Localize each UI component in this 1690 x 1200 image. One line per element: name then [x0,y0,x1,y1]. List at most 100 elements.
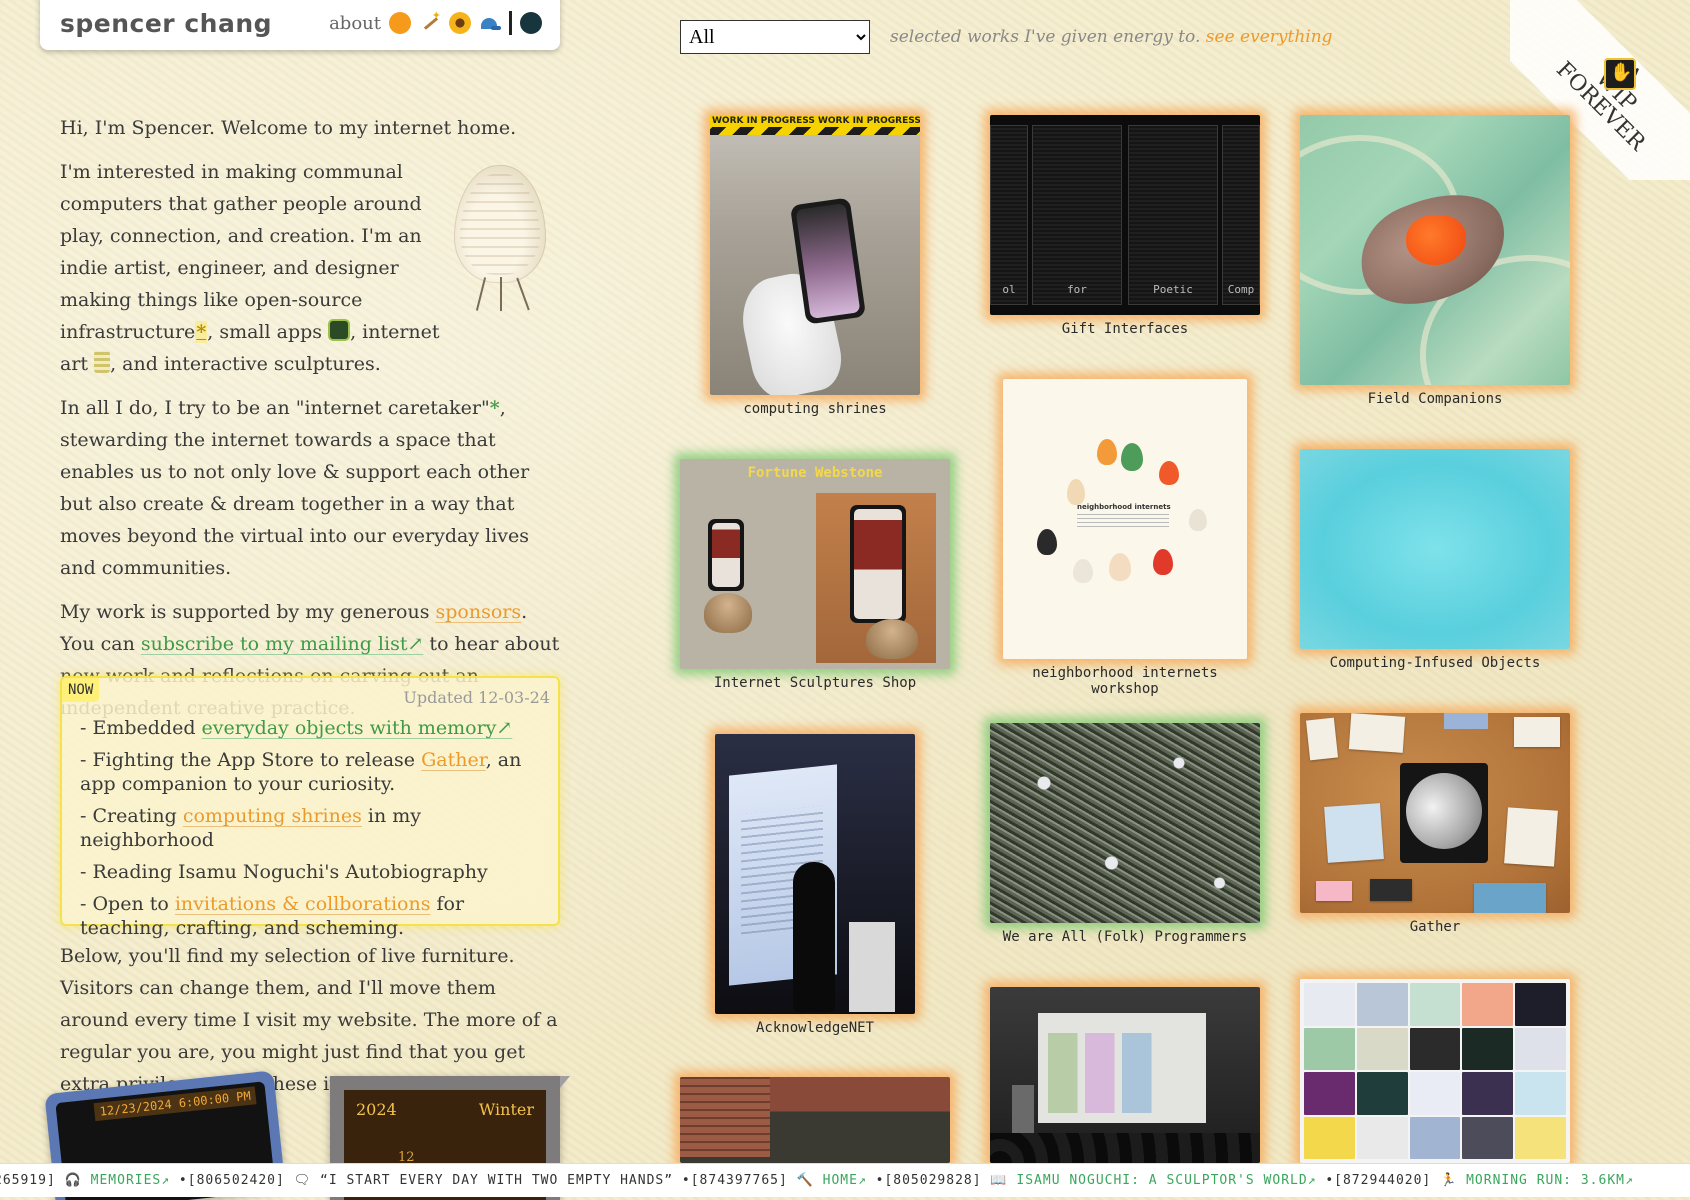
lantern-shape [1189,509,1207,531]
sponsors-link[interactable]: sponsors [436,601,522,623]
grid-tile [1304,1027,1355,1070]
grid-tile [1462,1027,1514,1070]
filter-note-text: selected works I've given energy to. [890,27,1206,47]
work-card-acknowledgenet[interactable]: AcknowledgeNET [715,734,915,1044]
magic-wand-icon[interactable] [419,9,441,34]
work-card-gather[interactable]: Gather [1300,713,1570,943]
grid-tile [1304,1116,1355,1159]
gift-panel: Poetic [1128,125,1218,305]
gather-link[interactable]: Gather [421,749,486,771]
intro-text: In all I do, I try to be an "internet ca… [60,397,490,419]
now-item: - Fighting the App Store to release Gath… [80,748,550,796]
work-caption[interactable]: Field Companions [1300,391,1570,407]
grid-tile [1304,1072,1355,1115]
now-item: - Reading Isamu Noguchi's Autobiography [80,861,488,883]
ticker-home-link[interactable]: HOME↗ [823,1173,867,1188]
grid-tile [1304,983,1355,1026]
lamp-leg [516,277,530,311]
cap-icon[interactable] [479,12,501,34]
lantern-shape [1037,529,1057,555]
ticker-run-link[interactable]: MORNING RUN: 3.6KM↗ [1466,1173,1634,1188]
audience-shape [990,1133,1260,1163]
work-card-folk-programmers[interactable]: We are All (Folk) Programmers [990,723,1260,953]
work-card-computing-objects[interactable]: Computing-Infused Objects [1300,449,1570,679]
grid-tile [1409,1072,1461,1115]
gift-panel-label: Comp [1227,283,1255,296]
computing-shrines-link[interactable]: computing shrines [183,805,362,827]
work-in-progress-tape: WORK IN PROGRESS WORK IN PROGRESS WORK I… [710,115,920,127]
work-thumbnail[interactable] [1300,449,1570,649]
work-card-gift-interfaces[interactable]: ol for Poetic Comp Gift Interfaces [990,115,1260,345]
grid-tile [1356,1072,1408,1115]
invitations-link[interactable]: invitations & collborations [175,893,431,915]
text-lines [1077,513,1169,527]
works-filter-select[interactable]: All [680,20,870,54]
grid-tile [1356,983,1408,1026]
ticker-text: •[872944020] 🏃 [1316,1173,1467,1188]
work-caption[interactable]: Internet Sculptures Shop [680,675,950,691]
work-thumbnail[interactable] [1300,979,1570,1163]
work-card-grid-collage[interactable] [1300,979,1570,1163]
work-caption[interactable]: neighborhood internets workshop [1003,665,1247,697]
nav-about-link[interactable]: about [329,13,381,34]
work-thumbnail[interactable]: Fortune Webstone [680,459,950,669]
grid-tile [1356,1116,1408,1159]
caretaker-star-link[interactable]: * [490,397,500,419]
lantern-shape [1153,549,1173,575]
internet-art-icon[interactable] [94,351,111,373]
ticker-track: 265919] 🎧 MEMORIES↗ •[806502420] 🗨 “I ST… [0,1164,1634,1197]
work-thumbnail[interactable] [990,723,1260,923]
work-thumbnail[interactable] [1300,713,1570,913]
work-card-computing-shrines[interactable]: WORK IN PROGRESS WORK IN PROGRESS WORK I… [710,115,920,425]
work-caption[interactable]: Gift Interfaces [990,321,1260,337]
brick-wall-shape [680,1077,770,1157]
lantern-shape [1073,559,1093,583]
grid-tile [1515,1072,1566,1115]
see-everything-link[interactable]: see everything [1206,27,1333,47]
work-caption[interactable]: AcknowledgeNET [715,1020,915,1036]
caretaker-paragraph: In all I do, I try to be an "internet ca… [60,392,560,584]
work-card-group-photo[interactable] [680,1077,950,1163]
ticker-noguchi-link[interactable]: ISAMU NOGUCHI: A SCULPTOR'S WORLD↗ [1016,1173,1316,1188]
projection-screen [1038,1013,1206,1123]
work-thumbnail[interactable] [680,1077,950,1163]
lantern-shape [1121,443,1143,471]
small-app-icon[interactable] [328,319,351,341]
ticker-memories-link[interactable]: MEMORIES↗ [91,1173,170,1188]
note-shape [1305,717,1339,761]
work-card-field-companions[interactable]: Field Companions [1300,115,1570,415]
work-caption[interactable]: computing shrines [710,401,920,417]
site-header: spencer chang about [40,0,560,50]
work-caption[interactable]: We are All (Folk) Programmers [990,929,1260,945]
infrastructure-star-link[interactable]: * [195,321,208,343]
now-item: - Open to invitations & collborations fo… [80,892,550,940]
work-caption[interactable]: Gather [1300,919,1570,935]
work-thumbnail[interactable] [1300,115,1570,385]
work-thumbnail[interactable] [990,987,1260,1163]
grid-tile [1515,983,1566,1026]
mailing-list-link[interactable]: subscribe to my mailing list↗ [141,633,424,655]
work-card-neighborhood-internets[interactable]: neighborhood internets neighborhood inte… [1003,379,1247,697]
sunflower-icon[interactable] [449,12,471,34]
work-card-talk[interactable] [990,987,1260,1163]
lantern-shape [1067,479,1085,505]
everyday-objects-link[interactable]: everyday objects with memory↗ [202,717,513,739]
work-thumbnail[interactable] [715,734,915,1014]
neighborhood-internets-title: neighborhood internets [1077,503,1171,511]
work-caption[interactable]: Computing-Infused Objects [1300,655,1570,671]
lamp-shade [454,165,546,283]
intro-text: , stewarding the internet towards a spac… [60,397,530,579]
gift-panel: Comp [1222,125,1260,305]
grid-tile [1409,1027,1461,1070]
now-item: - Creating computing shrines in my neigh… [80,804,550,852]
paper-lamp-image[interactable] [452,165,548,315]
main-nav: about [329,9,542,35]
work-thumbnail[interactable]: WORK IN PROGRESS WORK IN PROGRESS WORK I… [710,115,920,395]
dark-mode-toggle-icon[interactable] [520,12,542,34]
orange-circle-icon[interactable] [389,12,411,34]
work-thumbnail[interactable]: neighborhood internets [1003,379,1247,659]
work-thumbnail[interactable]: ol for Poetic Comp [990,115,1260,315]
work-card-internet-sculptures[interactable]: Fortune Webstone Internet Sculptures Sho… [680,459,950,699]
intro-text: I'm interested in making communal comput… [60,161,422,343]
site-title[interactable]: spencer chang [60,9,329,38]
